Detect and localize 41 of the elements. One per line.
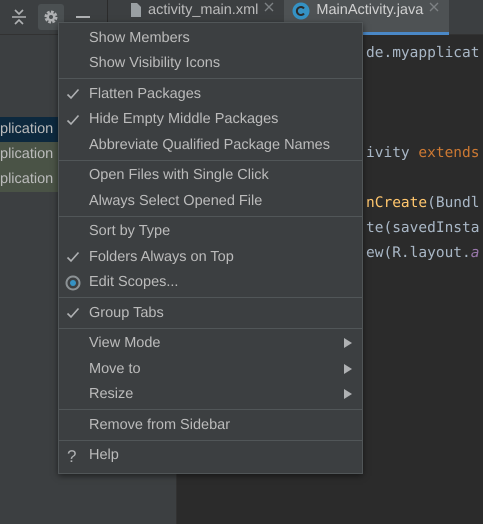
menu-item[interactable]: Edit Scopes...	[59, 270, 362, 295]
checkmark-icon	[66, 88, 80, 100]
menu-item[interactable]: Show Visibility Icons	[59, 50, 362, 76]
tab-label: MainActivity.java	[316, 2, 424, 18]
settings-button[interactable]	[38, 4, 64, 30]
code-line: de.myapplicat	[366, 45, 480, 61]
checkmark-icon	[66, 307, 80, 319]
submenu-arrow-icon	[344, 389, 352, 400]
menu-item[interactable]: Always Select Opened File	[59, 188, 362, 214]
checkmark-icon	[66, 251, 80, 263]
menu-item[interactable]: View Mode	[59, 330, 362, 356]
menu-item[interactable]: Folders Always on Top	[59, 244, 362, 270]
minimize-icon[interactable]	[76, 15, 90, 19]
tree-item[interactable]: plication	[0, 117, 58, 142]
submenu-arrow-icon	[344, 364, 352, 374]
code-line: ew(R.layout.a	[366, 245, 480, 261]
menu-item[interactable]: Hide Empty Middle Packages	[59, 106, 362, 132]
menu-item[interactable]: ? Help	[59, 442, 362, 468]
settings-icon	[43, 9, 59, 25]
code-line: ivity extends	[366, 145, 480, 161]
collapse-all-icon[interactable]	[11, 8, 27, 26]
tab-label: activity_main.xml	[148, 2, 258, 18]
tree-item[interactable]: plication	[0, 142, 58, 167]
tree-item[interactable]: plication	[0, 167, 58, 192]
menu-item[interactable]: Open Files with Single Click	[59, 162, 362, 188]
submenu-arrow-icon	[344, 338, 352, 348]
menu-item[interactable]: Abbreviate Qualified Package Names	[59, 132, 362, 158]
menu-item[interactable]: Move to	[59, 356, 362, 382]
close-icon[interactable]	[264, 2, 274, 12]
file-icon	[128, 2, 142, 18]
code-line: te(savedInsta	[366, 220, 480, 236]
menu-item[interactable]: Sort by Type	[59, 218, 362, 244]
checkmark-icon	[66, 114, 80, 126]
menu-item[interactable]: Resize	[59, 382, 362, 407]
menu-item[interactable]: Flatten Packages	[59, 81, 362, 106]
menu-item[interactable]: Group Tabs	[59, 300, 362, 326]
code-line: nCreate(Bundl	[366, 195, 480, 211]
class-icon	[292, 2, 310, 20]
menu-item[interactable]: Remove from Sidebar	[59, 412, 362, 438]
help-icon: ?	[67, 446, 76, 466]
radio-icon	[65, 274, 81, 290]
